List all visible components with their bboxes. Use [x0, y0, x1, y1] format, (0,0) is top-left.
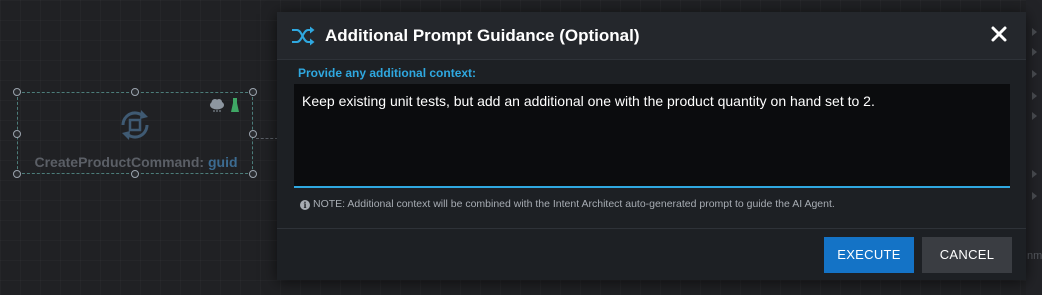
expand-arrow-icon[interactable]	[1032, 192, 1037, 200]
note-text-row: i NOTE: Additional context will be combin…	[300, 198, 835, 210]
dialog-footer: EXECUTE CANCEL	[277, 228, 1026, 281]
cancel-button[interactable]: CANCEL	[922, 237, 1012, 273]
expand-arrow-icon[interactable]	[1032, 28, 1037, 36]
resize-handle-middle-right[interactable]	[249, 130, 257, 138]
resize-handle-bottom-right[interactable]	[249, 170, 257, 178]
command-node[interactable]: CreateProductCommand: guid	[13, 88, 257, 178]
info-icon: i	[300, 200, 310, 210]
context-field-label: Provide any additional context:	[298, 66, 477, 80]
additional-context-textarea[interactable]: Keep existing unit tests, but add an add…	[294, 84, 1010, 188]
node-badges	[209, 97, 249, 118]
dialog-header: Additional Prompt Guidance (Optional)	[277, 12, 1026, 60]
expand-arrow-icon[interactable]	[1032, 170, 1037, 178]
note-text: NOTE: Additional context will be combine…	[313, 198, 835, 210]
close-icon[interactable]	[990, 25, 1008, 43]
cloud-icon	[210, 99, 224, 112]
right-strip-snippet: nm	[1027, 250, 1042, 262]
resize-handle-top-right[interactable]	[249, 88, 257, 96]
node-label: CreateProductCommand: guid	[18, 154, 254, 170]
shuffle-icon	[291, 26, 315, 51]
flask-icon	[231, 98, 239, 112]
expand-arrow-icon[interactable]	[1032, 112, 1037, 120]
resize-handle-top-center[interactable]	[131, 88, 139, 96]
node-name: CreateProductCommand:	[34, 154, 205, 170]
resize-handle-middle-left[interactable]	[13, 130, 21, 138]
expand-arrow-icon[interactable]	[1032, 70, 1037, 78]
resize-handle-top-left[interactable]	[13, 88, 21, 96]
command-cycle-icon	[115, 105, 155, 150]
node-type: guid	[207, 154, 238, 170]
connector-line	[256, 138, 278, 139]
dialog-title: Additional Prompt Guidance (Optional)	[325, 26, 640, 45]
prompt-guidance-dialog: Additional Prompt Guidance (Optional) Pr…	[277, 12, 1026, 280]
execute-button[interactable]: EXECUTE	[824, 237, 914, 273]
resize-handle-bottom-left[interactable]	[13, 170, 21, 178]
resize-handle-bottom-center[interactable]	[131, 170, 139, 178]
expand-arrow-icon[interactable]	[1032, 48, 1037, 56]
right-panel-edge: nm	[1026, 0, 1042, 295]
expand-arrow-icon[interactable]	[1032, 92, 1037, 100]
